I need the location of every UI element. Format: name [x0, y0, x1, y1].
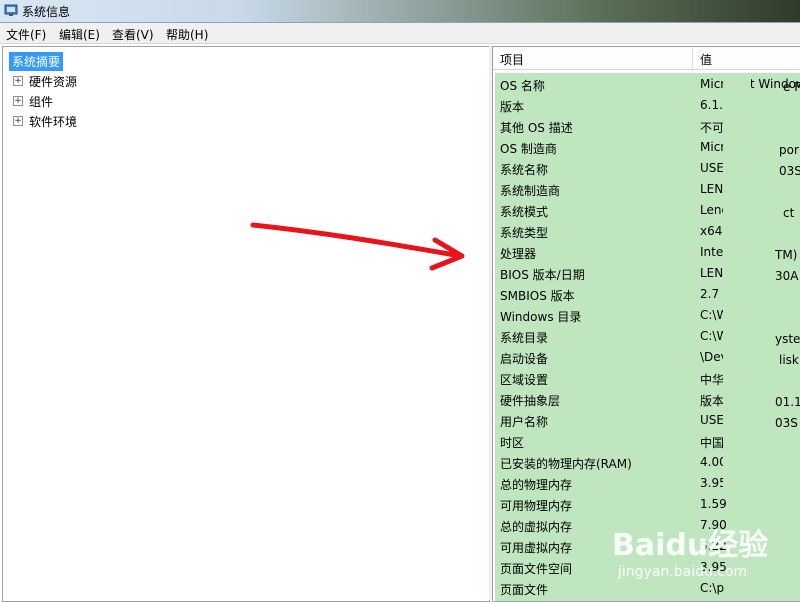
baidu-watermark: Baidu经验 jingyan.baidu.com	[612, 520, 792, 590]
list-row[interactable]: Windows 目录 C:\W	[495, 304, 800, 325]
row-item: 系统目录	[500, 331, 549, 345]
title-bar: 系统信息	[0, 0, 800, 23]
watermark-text: Baidu经验	[612, 528, 769, 563]
row-item: 总的物理内存	[500, 478, 573, 492]
partial-value: yste	[775, 332, 800, 346]
partial-value: lisk	[779, 353, 799, 367]
list-header: 项目 值	[493, 47, 800, 70]
list-row[interactable]: OS 制造商 Micr	[495, 136, 800, 157]
row-item: Windows 目录	[500, 310, 582, 324]
list-row[interactable]: 时区 中国	[495, 430, 800, 451]
menu-edit[interactable]: 编辑(E)	[59, 26, 100, 43]
list-row[interactable]: 用户名称 USEI	[495, 409, 800, 430]
list-row[interactable]: 处理器 Intel	[495, 241, 800, 262]
row-item: OS 名称	[500, 79, 545, 93]
row-item: 系统名称	[500, 163, 549, 177]
list-row[interactable]: 系统目录 C:\W	[495, 325, 800, 346]
list-row[interactable]: 总的物理内存 3.95	[495, 472, 800, 493]
row-item: OS 制造商	[500, 142, 557, 156]
row-value: 不可	[700, 121, 725, 135]
row-item: BIOS 版本/日期	[500, 268, 585, 282]
row-item: 可用虚拟内存	[500, 541, 573, 555]
expand-icon[interactable]: +	[13, 96, 23, 106]
list-row[interactable]: 系统名称 USEI	[495, 157, 800, 178]
list-row[interactable]: 硬件抽象层 版本	[495, 388, 800, 409]
menu-file[interactable]: 文件(F)	[6, 26, 46, 43]
partial-value: TM)	[775, 248, 798, 262]
row-item: 已安装的物理内存(RAM)	[500, 457, 632, 471]
partial-value: 30A	[775, 269, 799, 283]
column-header-item[interactable]: 项目	[500, 51, 524, 68]
list-row[interactable]: OS 名称Microsoft Window	[495, 73, 800, 94]
row-value: 中华	[700, 373, 725, 387]
list-row[interactable]: 其他 OS 描述 不可	[495, 115, 800, 136]
column-divider[interactable]	[692, 47, 693, 69]
list-row[interactable]: 已安装的物理内存(RAM) 4.00	[495, 451, 800, 472]
row-item: 硬件抽象层	[500, 394, 561, 408]
row-item: 启动设备	[500, 352, 549, 366]
row-item: 其他 OS 描述	[500, 121, 573, 135]
window-title: 系统信息	[22, 5, 71, 19]
tree-node-label: 软件环境	[29, 115, 78, 129]
row-item: 版本	[500, 100, 525, 114]
menu-bar: 文件(F) 编辑(E) 查看(V) 帮助(H)	[0, 23, 800, 44]
tree-node-label: 组件	[29, 95, 54, 109]
partial-value: 03S	[779, 164, 800, 178]
list-row[interactable]: 可用物理内存 1.59	[495, 493, 800, 514]
row-value: 中国	[700, 436, 725, 450]
list-row[interactable]: 系统制造商 LENO	[495, 178, 800, 199]
menu-help[interactable]: 帮助(H)	[166, 26, 208, 43]
row-value: 1.59	[700, 497, 727, 511]
watermark-url: jingyan.baidu.com	[618, 564, 748, 580]
partial-value: por	[779, 143, 799, 157]
row-item: 页面文件	[500, 583, 549, 597]
row-value: 版本	[700, 394, 725, 408]
photo-occlusion	[723, 73, 751, 493]
tree-root-system-summary[interactable]: 系统摘要	[9, 52, 64, 71]
list-row[interactable]: 版本 6.1.7	[495, 94, 800, 115]
partial-value: 03S	[775, 416, 798, 430]
row-item: 系统模式	[500, 205, 549, 219]
expand-icon[interactable]: +	[13, 116, 23, 126]
row-item: SMBIOS 版本	[500, 289, 575, 303]
row-item: 可用物理内存	[500, 499, 573, 513]
row-item: 时区	[500, 436, 525, 450]
row-item: 区域设置	[500, 373, 549, 387]
row-item: 用户名称	[500, 415, 549, 429]
system-info-icon	[4, 4, 18, 16]
list-row[interactable]: 启动设备 \Dev	[495, 346, 800, 367]
row-item: 系统类型	[500, 226, 549, 240]
tree-node-label: 硬件资源	[29, 75, 78, 89]
row-item: 总的虚拟内存	[500, 520, 573, 534]
list-row[interactable]: SMBIOS 版本 2.7	[495, 283, 800, 304]
row-item: 页面文件空间	[500, 562, 573, 576]
expand-icon[interactable]: +	[13, 76, 23, 86]
list-row[interactable]: 系统模式 Leno	[495, 199, 800, 220]
menu-view[interactable]: 查看(V)	[112, 26, 154, 43]
row-item: 处理器	[500, 247, 537, 261]
list-row[interactable]: 区域设置 中华	[495, 367, 800, 388]
partial-value: e F	[783, 80, 800, 94]
details-list[interactable]: 项目 值 OS 名称Microsoft Window版本6.1.7其他 OS 描…	[492, 46, 800, 602]
list-row[interactable]: 系统类型 x64-	[495, 220, 800, 241]
row-value: 2.7	[700, 287, 720, 301]
row-item: 系统制造商	[500, 184, 561, 198]
partial-value: 01.1	[775, 395, 800, 409]
row-value: Micr	[700, 140, 726, 154]
column-header-value[interactable]: 值	[700, 51, 712, 68]
category-tree[interactable]: 系统摘要 + 硬件资源 + 组件 + 软件环境	[2, 46, 490, 602]
partial-value: ct	[783, 206, 795, 220]
list-row[interactable]: BIOS 版本/日期 LENO	[495, 262, 800, 283]
